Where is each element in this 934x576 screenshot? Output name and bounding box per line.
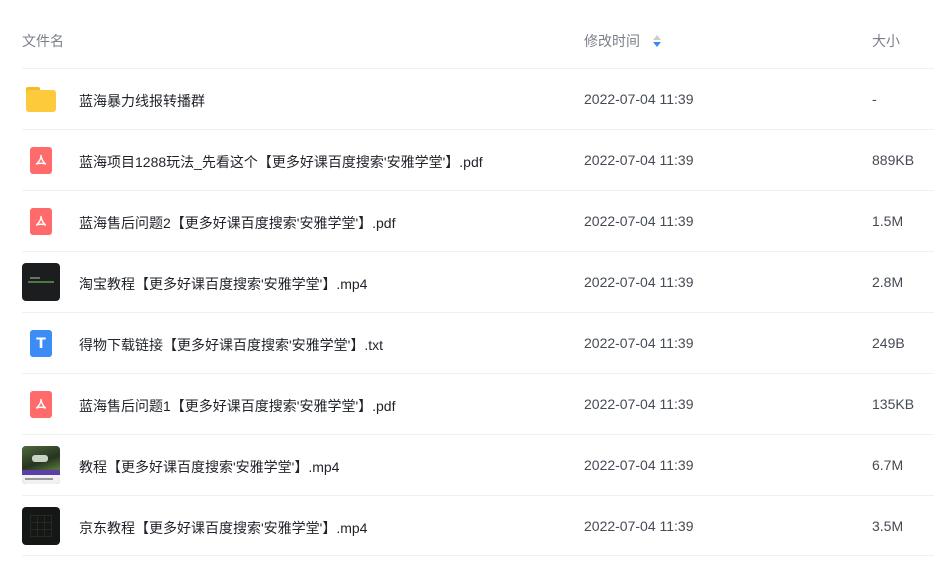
file-modified-time: 2022-07-04 11:39 [584, 335, 694, 351]
file-row[interactable]: 蓝海售后问题1【更多好课百度搜索'安雅学堂'】.pdf 2022-07-04 1… [22, 373, 934, 434]
video-thumbnail-icon [22, 507, 60, 545]
file-row[interactable]: 京东教程【更多好课百度搜索'安雅学堂'】.mp4 2022-07-04 11:3… [22, 495, 934, 556]
file-size: - [872, 91, 877, 107]
file-modified-time: 2022-07-04 11:39 [584, 518, 694, 534]
file-modified-time: 2022-07-04 11:39 [584, 213, 694, 229]
sort-icon[interactable] [652, 34, 662, 48]
file-name[interactable]: 得物下载链接【更多好课百度搜索'安雅学堂'】.txt [79, 335, 383, 355]
file-name[interactable]: 京东教程【更多好课百度搜索'安雅学堂'】.mp4 [79, 518, 367, 538]
file-name[interactable]: 蓝海售后问题1【更多好课百度搜索'安雅学堂'】.pdf [79, 396, 395, 416]
file-list: 文件名 修改时间 大小 蓝海暴力线报转播群 2022-07-04 11:39 - [0, 0, 934, 576]
file-rows: 蓝海暴力线报转播群 2022-07-04 11:39 - 蓝海项目1288玩法_… [22, 68, 934, 556]
file-list-header: 文件名 修改时间 大小 [0, 0, 934, 68]
column-header-modified[interactable]: 修改时间 [584, 31, 662, 51]
file-size: 135KB [872, 396, 915, 412]
file-row[interactable]: 教程【更多好课百度搜索'安雅学堂'】.mp4 2022-07-04 11:39 … [22, 434, 934, 495]
column-header-modified-label: 修改时间 [584, 33, 640, 49]
file-size: 6.7M [872, 457, 904, 473]
file-row[interactable]: T 得物下载链接【更多好课百度搜索'安雅学堂'】.txt 2022-07-04 … [22, 312, 934, 373]
file-name[interactable]: 蓝海项目1288玩法_先看这个【更多好课百度搜索'安雅学堂'】.pdf [79, 152, 483, 172]
file-size: 3.5M [872, 518, 904, 534]
file-size: 889KB [872, 152, 915, 168]
file-modified-time: 2022-07-04 11:39 [584, 274, 694, 290]
file-row[interactable]: 淘宝教程【更多好课百度搜索'安雅学堂'】.mp4 2022-07-04 11:3… [22, 251, 934, 312]
file-row[interactable]: 蓝海暴力线报转播群 2022-07-04 11:39 - [22, 68, 934, 129]
pdf-icon [22, 202, 60, 240]
pdf-icon [22, 385, 60, 423]
file-row[interactable]: 蓝海售后问题2【更多好课百度搜索'安雅学堂'】.pdf 2022-07-04 1… [22, 190, 934, 251]
file-size: 249B [872, 335, 905, 351]
file-modified-time: 2022-07-04 11:39 [584, 91, 694, 107]
video-thumbnail-icon [22, 446, 60, 484]
file-row[interactable]: 蓝海项目1288玩法_先看这个【更多好课百度搜索'安雅学堂'】.pdf 2022… [22, 129, 934, 190]
file-name[interactable]: 蓝海售后问题2【更多好课百度搜索'安雅学堂'】.pdf [79, 213, 395, 233]
pdf-icon [22, 141, 60, 179]
file-modified-time: 2022-07-04 11:39 [584, 457, 694, 473]
folder-icon [22, 80, 60, 118]
txt-icon: T [22, 324, 60, 362]
file-modified-time: 2022-07-04 11:39 [584, 396, 694, 412]
file-name[interactable]: 蓝海暴力线报转播群 [79, 91, 205, 111]
video-thumbnail-icon [22, 263, 60, 301]
column-header-size[interactable]: 大小 [872, 31, 900, 51]
column-header-name[interactable]: 文件名 [22, 31, 64, 51]
file-name[interactable]: 教程【更多好课百度搜索'安雅学堂'】.mp4 [79, 457, 339, 477]
file-size: 1.5M [872, 213, 904, 229]
file-size: 2.8M [872, 274, 904, 290]
file-modified-time: 2022-07-04 11:39 [584, 152, 694, 168]
file-name[interactable]: 淘宝教程【更多好课百度搜索'安雅学堂'】.mp4 [79, 274, 367, 294]
